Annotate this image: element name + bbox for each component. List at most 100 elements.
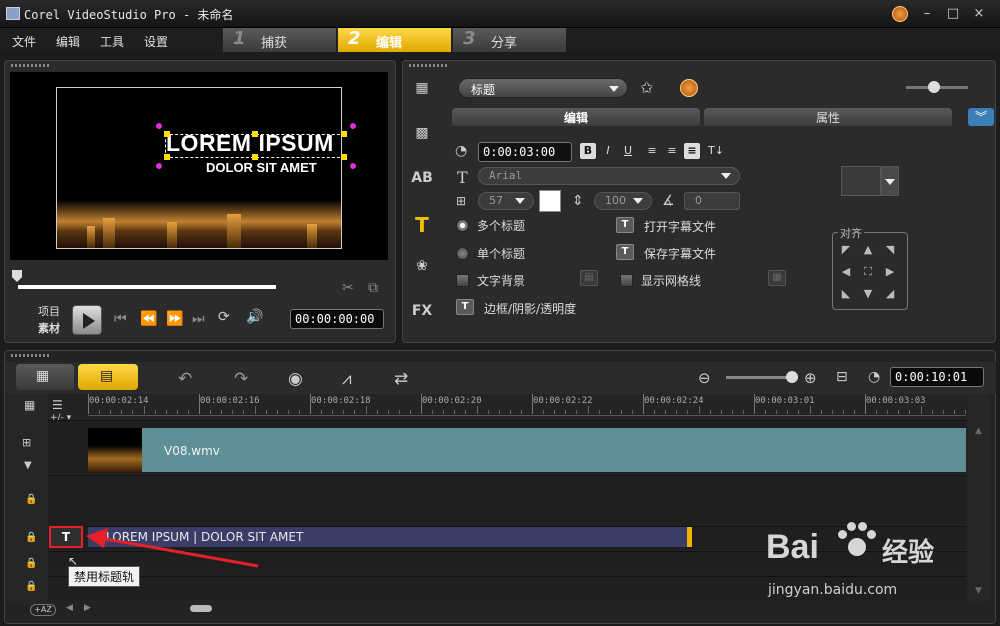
zoom-in-icon[interactable]: ⊕: [804, 369, 817, 387]
close-button[interactable]: ×: [970, 6, 988, 22]
storyboard-view-button[interactable]: ▦: [16, 364, 74, 390]
preview-title-line1[interactable]: LOREM IPSUM: [166, 130, 334, 157]
redo-icon[interactable]: ↷: [234, 369, 248, 389]
align-bottom-icon[interactable]: ▼: [862, 288, 874, 300]
preset-dropdown[interactable]: [881, 166, 899, 196]
scroll-up-icon[interactable]: ▲: [975, 426, 982, 436]
tab-share[interactable]: 3 分享: [452, 28, 566, 52]
zoom-slider-knob[interactable]: [786, 371, 798, 383]
rotate-handle[interactable]: [350, 163, 356, 169]
tab-attributes[interactable]: 属性: [704, 108, 952, 126]
track-view-toggle[interactable]: +AZ: [30, 604, 56, 616]
help-icon[interactable]: [680, 79, 698, 97]
italic-button[interactable]: I: [600, 143, 616, 159]
next-frame-icon[interactable]: ⏩: [166, 311, 183, 327]
category-dropdown[interactable]: 标题: [458, 78, 628, 98]
align-bottom-right-icon[interactable]: ◢: [884, 288, 896, 300]
minimize-button[interactable]: –: [918, 6, 936, 22]
menu-tools[interactable]: 工具: [100, 33, 124, 50]
menu-edit[interactable]: 编辑: [56, 33, 80, 50]
timeline-view-button[interactable]: ▤: [78, 364, 138, 390]
expand-options-icon[interactable]: ︾: [968, 108, 994, 126]
help-icon[interactable]: [892, 6, 908, 22]
ab-transition-icon[interactable]: AB: [410, 170, 434, 190]
line-spacing-dropdown[interactable]: 100: [594, 192, 652, 210]
resize-handle[interactable]: [164, 131, 170, 137]
align-top-right-icon[interactable]: ◥: [884, 244, 896, 256]
rotate-handle[interactable]: [350, 123, 356, 129]
resize-handle[interactable]: [164, 154, 170, 160]
auto-music-icon[interactable]: ⇄: [394, 369, 408, 389]
play-button[interactable]: [72, 305, 102, 335]
font-dropdown[interactable]: Arial: [478, 167, 740, 185]
record-capture-icon[interactable]: ◉: [288, 369, 303, 389]
clip-mode-label[interactable]: 素材: [38, 320, 60, 336]
resize-handle[interactable]: [341, 131, 347, 137]
resize-handle[interactable]: [252, 154, 258, 160]
lock-icon[interactable]: 🔒: [25, 558, 37, 569]
align-center-icon[interactable]: ≡: [664, 143, 680, 159]
cut-icon[interactable]: ✂: [342, 280, 354, 296]
lock-icon[interactable]: 🔒: [25, 494, 37, 505]
project-mode-label[interactable]: 项目: [38, 303, 60, 319]
duration-field[interactable]: 0:00:03:00: [478, 142, 572, 162]
underline-button[interactable]: U: [620, 143, 636, 159]
fit-project-icon[interactable]: ⊟: [836, 369, 848, 385]
text-background-checkbox[interactable]: [456, 274, 469, 287]
track-manager-icon[interactable]: ▦: [24, 398, 35, 412]
preview-screen[interactable]: [10, 72, 388, 260]
multi-title-radio[interactable]: [456, 219, 469, 232]
show-grid-checkbox[interactable]: [620, 274, 633, 287]
border-shadow-label[interactable]: 边框/阴影/透明度: [484, 300, 576, 317]
preset-box[interactable]: [841, 166, 881, 196]
timeline-horizontal-scroll-thumb[interactable]: [190, 605, 212, 612]
title-clip[interactable]: LOREM IPSUM | DOLOR SIT AMET: [88, 527, 692, 547]
open-subtitle-icon[interactable]: T: [616, 217, 634, 233]
previous-frame-icon[interactable]: ⏪: [140, 311, 157, 327]
tab-edit[interactable]: 2 编辑: [337, 28, 451, 52]
scroll-right-icon[interactable]: ▶: [84, 603, 91, 613]
scrubber-track[interactable]: [18, 285, 276, 289]
align-top-icon[interactable]: ▲: [862, 244, 874, 256]
border-shadow-icon[interactable]: T: [456, 299, 474, 315]
lock-icon[interactable]: 🔒: [25, 581, 37, 592]
menu-settings[interactable]: 设置: [144, 33, 168, 50]
align-top-left-icon[interactable]: ◤: [840, 244, 852, 256]
zoom-out-icon[interactable]: ⊖: [698, 369, 711, 387]
bold-button[interactable]: B: [580, 143, 596, 159]
preview-timecode[interactable]: 00:00:00:00: [290, 309, 384, 329]
rotate-handle[interactable]: [156, 163, 162, 169]
home-icon[interactable]: ⏮: [114, 311, 127, 327]
rotate-handle[interactable]: [156, 123, 162, 129]
maximize-button[interactable]: □: [944, 6, 962, 22]
ripple-edit-icon[interactable]: ⊞: [22, 436, 31, 449]
title-icon[interactable]: T: [410, 213, 434, 237]
align-center-icon[interactable]: ⛶: [862, 266, 874, 278]
align-bottom-left-icon[interactable]: ◣: [840, 288, 852, 300]
scroll-down-icon[interactable]: ▼: [975, 586, 982, 596]
preview-title-line2[interactable]: DOLOR SIT AMET: [206, 160, 317, 175]
tab-edit-options[interactable]: 编辑: [452, 108, 700, 126]
save-subtitle-icon[interactable]: T: [616, 244, 634, 260]
transition-icon[interactable]: ▩: [410, 125, 434, 145]
scroll-left-icon[interactable]: ◀: [66, 603, 73, 613]
text-color-swatch[interactable]: [539, 190, 561, 212]
volume-icon[interactable]: 🔊: [246, 309, 263, 325]
chevron-down-icon[interactable]: ▼: [24, 460, 32, 471]
tab-capture[interactable]: 1 捕获: [222, 28, 336, 52]
font-size-dropdown[interactable]: 57: [478, 192, 534, 210]
resize-handle[interactable]: [341, 154, 347, 160]
audio-mixer-icon[interactable]: ⩘: [342, 369, 352, 389]
repeat-icon[interactable]: ⟳: [218, 309, 230, 325]
title-track-toggle-button[interactable]: T: [49, 526, 83, 548]
save-subtitle-label[interactable]: 保存字幕文件: [644, 245, 716, 262]
thumbnail-size-knob[interactable]: [928, 81, 940, 93]
chapter-list-icon[interactable]: ☰: [52, 398, 63, 412]
lock-icon[interactable]: 🔒: [25, 532, 37, 543]
open-subtitle-label[interactable]: 打开字幕文件: [644, 218, 716, 235]
vertical-text-icon[interactable]: T↓: [708, 143, 724, 159]
align-right-icon[interactable]: ▶: [884, 266, 896, 278]
overlay-track[interactable]: [48, 475, 966, 525]
favorite-add-icon[interactable]: ✩: [640, 78, 653, 97]
single-title-radio[interactable]: [456, 247, 469, 260]
